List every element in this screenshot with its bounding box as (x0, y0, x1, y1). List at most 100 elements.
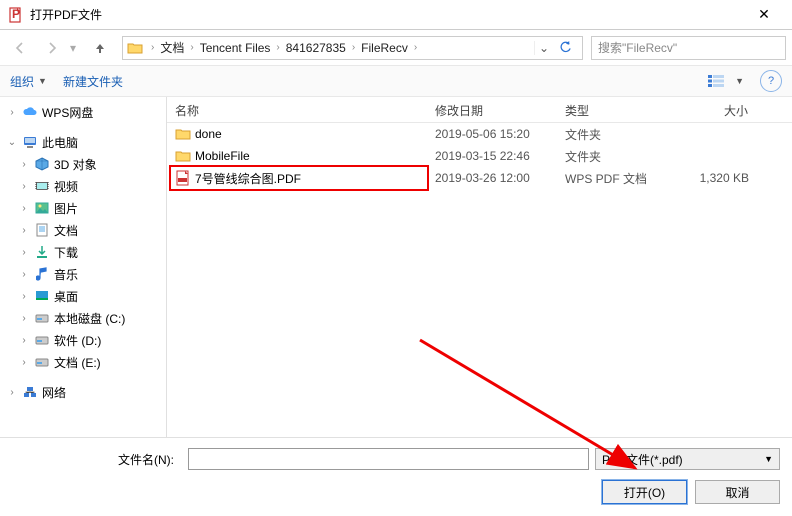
expand-icon[interactable]: › (6, 107, 18, 118)
file-area: 名称 修改日期 类型 大小 done 2019-05-06 15:20 文件夹 … (167, 97, 792, 437)
column-header-name[interactable]: 名称 (167, 97, 427, 122)
cloud-icon (22, 104, 38, 120)
file-date: 2019-03-15 22:46 (427, 149, 557, 163)
app-icon: P (8, 7, 24, 23)
title-bar: P 打开PDF文件 ✕ (0, 0, 792, 30)
column-header-type[interactable]: 类型 (557, 97, 667, 122)
expand-icon[interactable]: › (18, 313, 30, 324)
sidebar-videos[interactable]: › 视频 (0, 175, 166, 197)
breadcrumb-item[interactable]: Tencent Files (198, 41, 273, 55)
chevron-down-icon: ▼ (38, 76, 47, 86)
sidebar-3dobjects[interactable]: › 3D 对象 (0, 153, 166, 175)
cube-icon (34, 156, 50, 172)
disk-icon (34, 310, 50, 326)
new-folder-label: 新建文件夹 (63, 73, 123, 90)
chevron-right-icon: › (272, 42, 283, 53)
nav-back-button[interactable] (6, 35, 34, 61)
sidebar-pictures[interactable]: › 图片 (0, 197, 166, 219)
documents-icon (34, 222, 50, 238)
sidebar-downloads[interactable]: › 下载 (0, 241, 166, 263)
nav-forward-button[interactable] (38, 35, 66, 61)
close-button[interactable]: ✕ (744, 6, 784, 23)
folder-icon (127, 40, 143, 56)
sidebar-wps[interactable]: › WPS网盘 (0, 101, 166, 123)
music-icon (34, 266, 50, 282)
expand-icon[interactable]: › (18, 159, 30, 170)
search-placeholder: 搜索"FileRecv" (598, 39, 677, 56)
sidebar-label: 此电脑 (42, 134, 78, 151)
search-input[interactable]: 搜索"FileRecv" (591, 36, 786, 60)
sidebar-label: 视频 (54, 178, 78, 195)
refresh-button[interactable] (553, 41, 578, 54)
expand-icon[interactable]: › (18, 357, 30, 368)
file-type-filter[interactable]: PDF文件(*.pdf) ▼ (595, 448, 780, 470)
sidebar-disk-e[interactable]: › 文档 (E:) (0, 351, 166, 373)
filename-input[interactable] (188, 448, 589, 470)
sidebar-label: 本地磁盘 (C:) (54, 310, 125, 327)
address-bar[interactable]: › 文档 › Tencent Files › 841627835 › FileR… (122, 36, 583, 60)
file-name: MobileFile (195, 149, 250, 163)
organize-button[interactable]: 组织 ▼ (10, 73, 47, 90)
organize-label: 组织 (10, 73, 34, 90)
pdf-icon (175, 170, 191, 186)
nav-bar: ▾ › 文档 › Tencent Files › 841627835 › Fil… (0, 30, 792, 65)
sidebar-label: 软件 (D:) (54, 332, 101, 349)
folder-icon (175, 148, 191, 164)
nav-history-dropdown[interactable]: ▾ (70, 41, 82, 55)
file-date: 2019-03-26 12:00 (427, 171, 557, 185)
sidebar-disk-d[interactable]: › 软件 (D:) (0, 329, 166, 351)
sidebar-documents[interactable]: › 文档 (0, 219, 166, 241)
filter-label: PDF文件(*.pdf) (602, 451, 683, 468)
chevron-down-icon[interactable]: ▼ (735, 76, 744, 86)
breadcrumb-item[interactable]: FileRecv (359, 41, 410, 55)
file-row-folder[interactable]: MobileFile 2019-03-15 22:46 文件夹 (167, 145, 792, 167)
expand-icon[interactable]: › (18, 335, 30, 346)
toolbar: 组织 ▼ 新建文件夹 ▼ ? (0, 65, 792, 97)
file-type: 文件夹 (557, 126, 667, 143)
expand-icon[interactable]: › (18, 203, 30, 214)
sidebar-label: 文档 (54, 222, 78, 239)
filename-label: 文件名(N): (12, 451, 182, 468)
file-list[interactable]: done 2019-05-06 15:20 文件夹 MobileFile 201… (167, 123, 792, 437)
column-header-size[interactable]: 大小 (667, 97, 757, 122)
address-dropdown[interactable]: ⌄ (534, 41, 553, 55)
sidebar-thispc[interactable]: ⌄ 此电脑 (0, 131, 166, 153)
nav-up-button[interactable] (86, 35, 114, 61)
expand-icon[interactable]: › (18, 269, 30, 280)
expand-icon[interactable]: › (18, 247, 30, 258)
chevron-right-icon: › (147, 42, 158, 53)
window-title: 打开PDF文件 (30, 6, 744, 23)
file-type: WPS PDF 文档 (557, 170, 667, 187)
sidebar-network[interactable]: › 网络 (0, 381, 166, 403)
expand-icon[interactable]: › (18, 181, 30, 192)
breadcrumb-item[interactable]: 841627835 (284, 41, 348, 55)
breadcrumb-item[interactable]: 文档 (158, 39, 186, 56)
file-row-pdf[interactable]: 7号管线综合图.PDF 2019-03-26 12:00 WPS PDF 文档 … (167, 167, 792, 189)
expand-icon[interactable]: › (6, 387, 18, 398)
new-folder-button[interactable]: 新建文件夹 (63, 73, 123, 90)
disk-icon (34, 332, 50, 348)
open-button[interactable]: 打开(O) (602, 480, 687, 504)
help-button[interactable]: ? (760, 70, 782, 92)
file-type: 文件夹 (557, 148, 667, 165)
file-name: done (195, 127, 222, 141)
sidebar-desktop[interactable]: › 桌面 (0, 285, 166, 307)
expand-icon[interactable]: › (18, 225, 30, 236)
svg-text:P: P (12, 7, 20, 21)
file-row-folder[interactable]: done 2019-05-06 15:20 文件夹 (167, 123, 792, 145)
network-icon (22, 384, 38, 400)
sidebar-label: 音乐 (54, 266, 78, 283)
chevron-right-icon: › (410, 42, 421, 53)
chevron-right-icon: › (348, 42, 359, 53)
file-date: 2019-05-06 15:20 (427, 127, 557, 141)
cancel-button[interactable]: 取消 (695, 480, 780, 504)
disk-icon (34, 354, 50, 370)
sidebar-label: 3D 对象 (54, 156, 97, 173)
column-header-date[interactable]: 修改日期 (427, 97, 557, 122)
sidebar-disk-c[interactable]: › 本地磁盘 (C:) (0, 307, 166, 329)
collapse-icon[interactable]: ⌄ (6, 137, 18, 148)
sidebar-label: 桌面 (54, 288, 78, 305)
view-options-button[interactable] (705, 70, 727, 92)
sidebar-music[interactable]: › 音乐 (0, 263, 166, 285)
expand-icon[interactable]: › (18, 291, 30, 302)
